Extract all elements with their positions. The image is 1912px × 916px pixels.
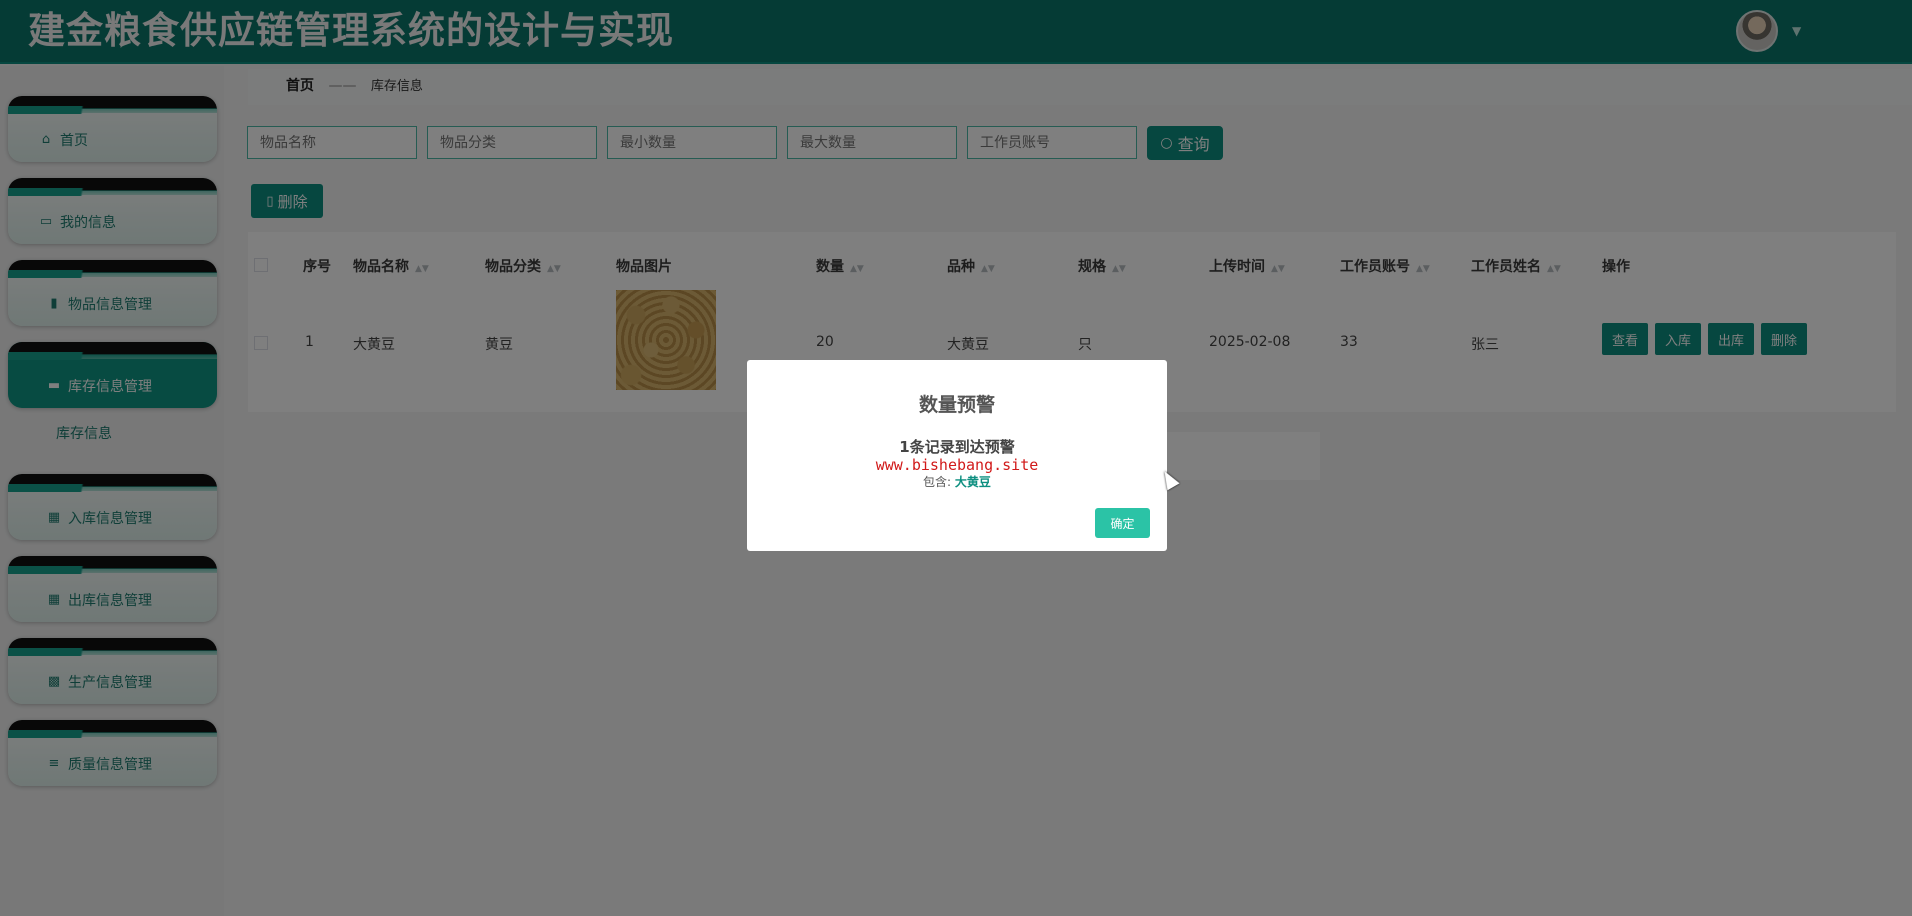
dialog-message: 1条记录到达预警 xyxy=(899,438,1015,456)
watermark-text: www.bishebang.site xyxy=(875,456,1039,474)
dialog-title: 数量预警 xyxy=(918,394,995,416)
dialog-contains-value: 大黄豆 xyxy=(954,475,991,489)
dialog-confirm-button[interactable]: 确定 xyxy=(1095,508,1150,538)
dialog-contains-label: 包含: xyxy=(923,475,952,489)
dialog-contains: 包含: 大黄豆 xyxy=(747,473,1167,490)
quantity-warning-dialog: 数量预警 1条记录到达预警 www.bishebang.site 包含: 大黄豆… xyxy=(747,360,1167,551)
